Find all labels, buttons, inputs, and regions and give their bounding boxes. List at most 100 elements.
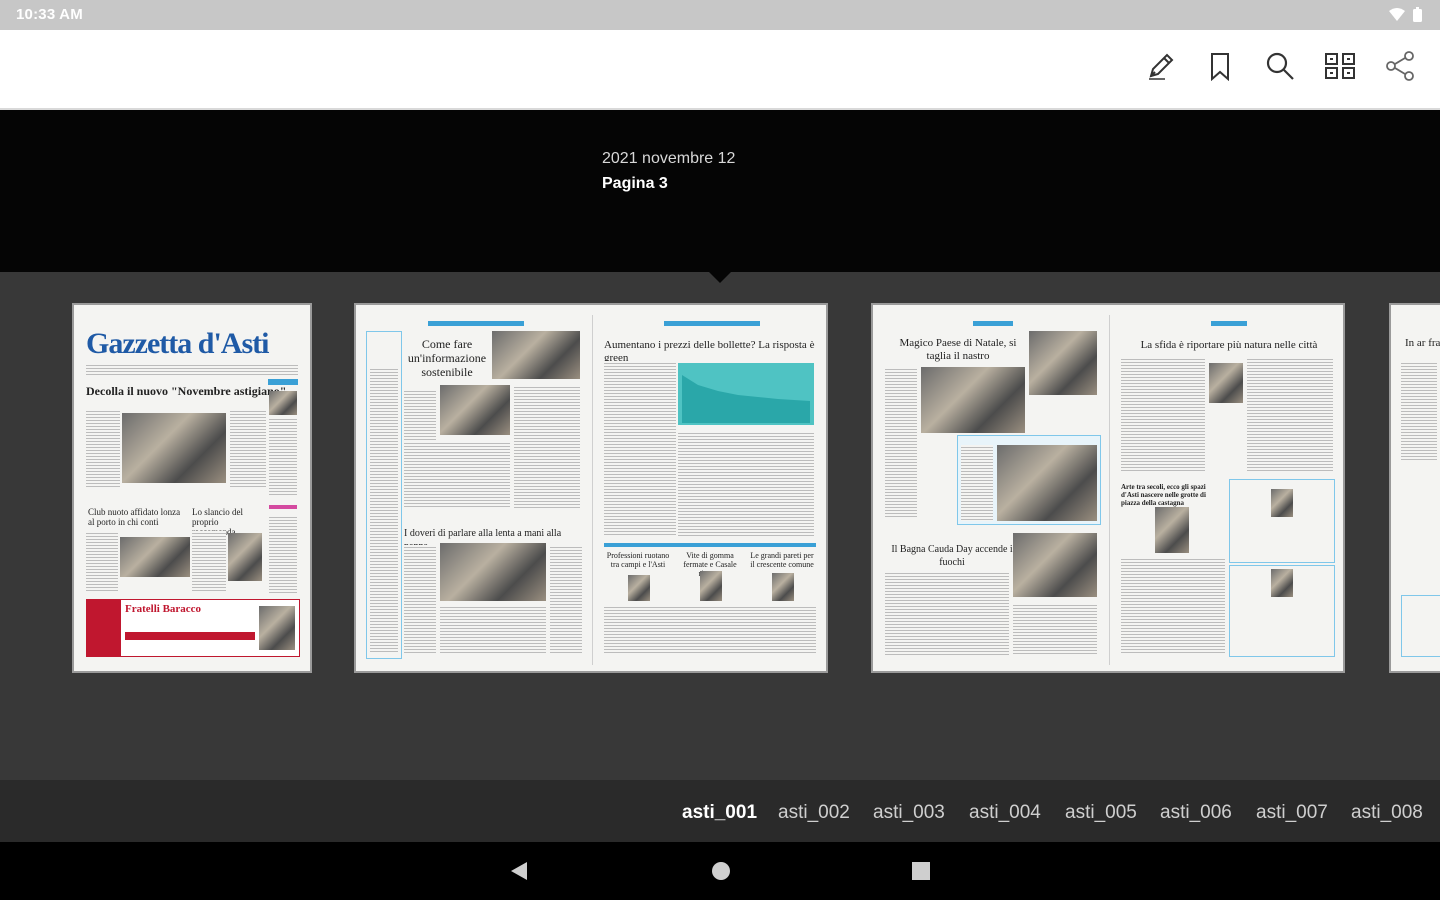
back-icon [508,862,530,886]
chart-graphic [678,363,814,425]
home-icon [710,862,732,886]
nav-home-button[interactable] [710,860,732,887]
text-column [1121,557,1225,655]
share-icon [1384,50,1416,87]
tab-asti-003[interactable]: asti_003 [873,802,945,824]
sidebar-text [269,417,297,497]
page-thumbnail-1[interactable]: Gazzetta d'Asti Decolla il nuovo "Novemb… [72,303,312,673]
front-subheadline-left: Club nuoto affidato lonza al porto in ch… [88,507,181,527]
page-thumbnail-4-5[interactable]: Magico Paese di Natale, si taglia il nas… [871,303,1345,673]
section-band [1211,321,1247,326]
page6-headline: In ar fra [1405,337,1440,349]
bookmark-icon [1206,51,1234,86]
ad-title: Fratelli Baracco [125,603,202,615]
section-band [664,321,760,326]
search-button[interactable] [1260,48,1300,88]
spread-photo-2 [440,385,510,435]
text-column [678,431,814,537]
spread-subhead-1: Professioni ruotano tra campi e l'Asti [606,551,670,569]
sidebar-text [269,515,297,593]
sidebar-band [268,379,298,385]
spread-gutter [1109,315,1110,665]
tab-asti-007[interactable]: asti_007 [1256,802,1328,824]
nav-back-button[interactable] [508,860,530,887]
spread2-portrait-3 [1271,489,1293,517]
selected-page-pointer [708,271,732,283]
text-column [1247,357,1333,473]
text-column [961,445,993,521]
masthead-rule [86,363,298,377]
section-band [604,543,816,547]
page-thumbnail-6[interactable]: In ar fra [1389,303,1440,673]
portrait-photo-3 [772,573,794,601]
text-column [440,605,546,655]
status-icons [1389,7,1422,27]
text-column [404,441,510,509]
pen-icon [1145,50,1177,87]
tab-asti-008[interactable]: asti_008 [1351,802,1423,824]
text-column [404,545,436,655]
spread2-portrait-1 [1209,363,1243,403]
tab-asti-001[interactable]: asti_001 [682,802,757,824]
text-column [370,367,398,653]
page-thumbnail-2-3[interactable]: Come fare un'informazione sostenibile I … [354,303,828,673]
tab-asti-004[interactable]: asti_004 [969,802,1041,824]
tab-asti-002[interactable]: asti_002 [778,802,850,824]
text-column [1121,357,1205,473]
nav-recents-button[interactable] [910,860,932,887]
text-column [192,531,226,593]
front-photo-main [122,413,226,483]
section-band [973,321,1013,326]
text-column [604,361,676,537]
spread2-portrait-2 [1155,507,1189,553]
ad-band [125,632,255,640]
sidebar-band [269,505,297,509]
status-time: 10:33 AM [16,6,83,23]
spread-photo-3 [440,543,546,601]
spread2-headline-right: La sfida è riportare più natura nelle ci… [1140,339,1318,351]
ad-logo [87,600,121,656]
tab-asti-006[interactable]: asti_006 [1160,802,1232,824]
spread-headline-left: Come fare un'informazione sostenibile [407,337,487,379]
spread-gutter [592,315,593,665]
text-column [86,531,118,593]
spread2-photo-1 [921,367,1025,433]
ad-photo [259,606,295,650]
text-column [885,571,1009,655]
spread2-portrait-4 [1271,569,1293,597]
text-column [885,367,917,517]
page-tabs: asti_001 asti_002 asti_003 asti_004 asti… [0,780,1440,842]
search-icon [1264,50,1296,87]
text-column [86,409,120,489]
pages-view-button[interactable] [1320,48,1360,88]
text-column [550,545,582,655]
wifi-icon [1389,7,1405,27]
section-band [428,321,524,326]
battery-icon [1413,7,1422,27]
spread2-photo-4 [1013,533,1097,597]
spread2-headline-left-bottom: Il Bagna Cauda Day accende i fuochi [891,544,1013,568]
status-bar: 10:33 AM [0,0,1440,30]
issue-header [0,110,1440,272]
bookmark-button[interactable] [1200,48,1240,88]
recents-icon [910,862,932,886]
system-navigation-bar [0,842,1440,900]
portrait-photo-1 [628,575,650,601]
front-photo-3 [228,533,262,581]
tab-asti-005[interactable]: asti_005 [1065,802,1137,824]
masthead: Gazzetta d'Asti [86,327,269,360]
share-button[interactable] [1380,48,1420,88]
spread-subhead-3: Le grandi pareti per il crescente comune [750,551,814,569]
text-column [230,409,266,489]
spread2-photo-2 [1029,331,1097,395]
issue-page-label: Pagina 3 [602,175,668,192]
issue-date: 2021 novembre 12 [602,150,736,167]
portrait-photo-2 [700,571,722,601]
spread-photo-1 [492,331,580,379]
front-photo-2 [120,537,190,577]
annotate-button[interactable] [1141,48,1181,88]
spread2-subhead-right: Arte tra secoli, ecco gli spazi d'Asti n… [1121,483,1206,507]
text-column [1401,361,1437,461]
text-column [514,385,580,509]
sidebar-photo [269,391,297,415]
